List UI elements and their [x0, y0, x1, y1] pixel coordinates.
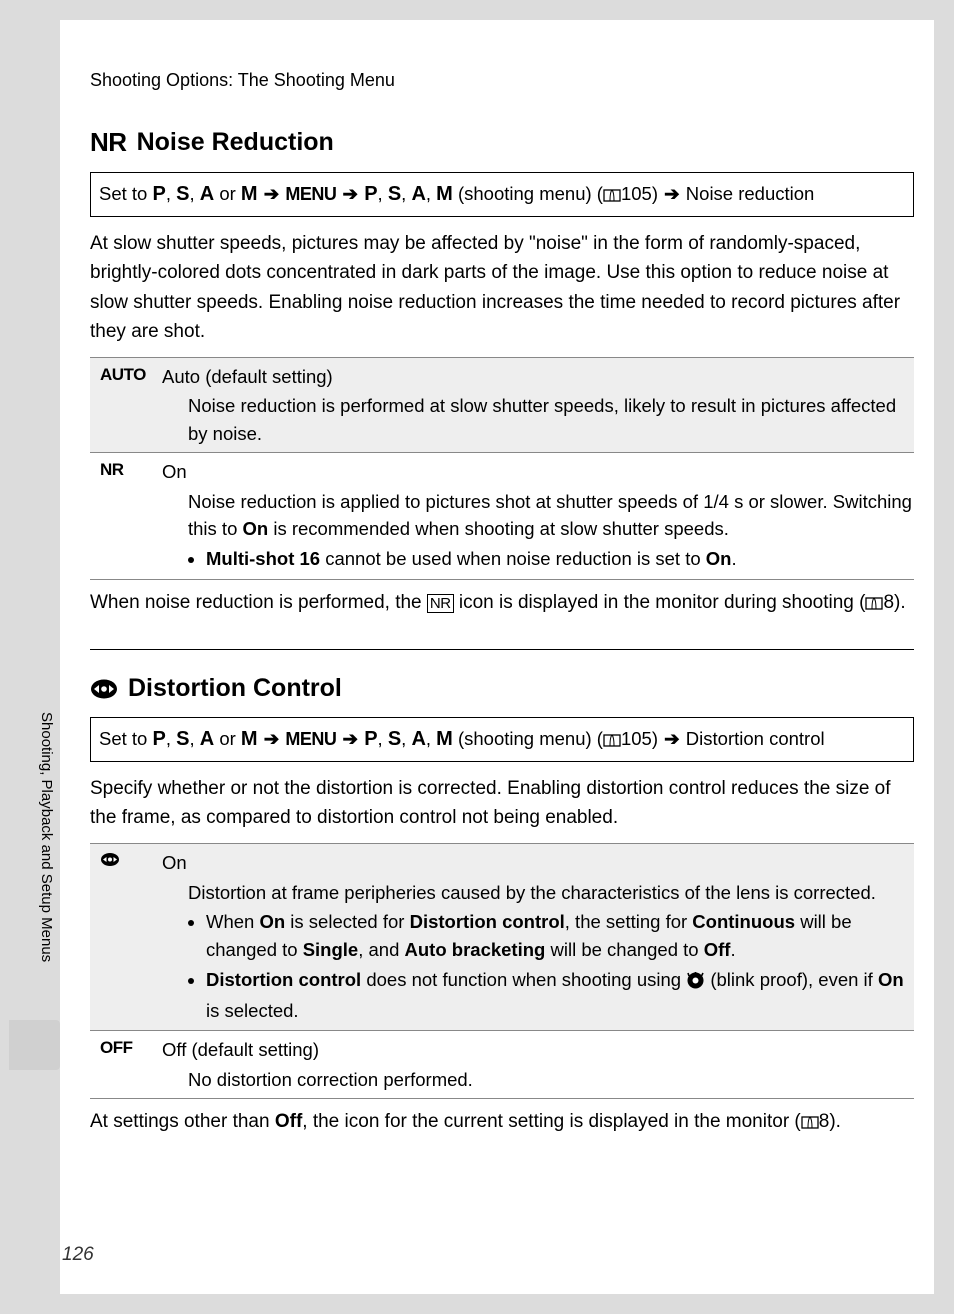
- option-label: Off (default setting): [162, 1036, 914, 1064]
- off-icon: OFF: [90, 1036, 162, 1094]
- option-row-on-nr: NR On Noise reduction is applied to pict…: [90, 452, 914, 580]
- breadcrumb: Shooting Options: The Shooting Menu: [90, 70, 914, 91]
- section-heading-noise-reduction: NR Noise Reduction: [90, 127, 914, 158]
- option-row-auto: AUTO Auto (default setting) Noise reduct…: [90, 357, 914, 452]
- option-row-off-dc: OFF Off (default setting) No distortion …: [90, 1030, 914, 1099]
- body-text-dc: Specify whether or not the distortion is…: [90, 774, 914, 833]
- dc-small-icon: [90, 849, 162, 1027]
- side-tab-marker: [9, 1020, 60, 1070]
- option-desc: No distortion correction performed.: [162, 1066, 914, 1094]
- option-row-on-dc: On Distortion at frame peripheries cause…: [90, 843, 914, 1031]
- menu-path-noise-reduction: Set to P, S, A or M ➔ MENU ➔ P, S, A, M …: [90, 172, 914, 217]
- auto-icon: AUTO: [90, 363, 162, 448]
- after-text-dc: At settings other than Off, the icon for…: [90, 1107, 914, 1138]
- option-label: Auto (default setting): [162, 363, 914, 391]
- nr-icon: NR: [90, 127, 127, 158]
- blink-proof-icon: [686, 969, 705, 997]
- after-text-nr: When noise reduction is performed, the N…: [90, 588, 914, 619]
- book-icon: [603, 727, 621, 755]
- section-heading-distortion-control: Distortion Control: [90, 674, 914, 703]
- distortion-control-icon: [90, 678, 118, 700]
- book-icon: [801, 1109, 819, 1138]
- book-icon: [865, 590, 883, 619]
- section-title: Distortion Control: [128, 674, 342, 703]
- nr-small-icon: NR: [90, 458, 162, 575]
- option-desc: Noise reduction is performed at slow shu…: [162, 392, 914, 448]
- section-divider: [90, 649, 914, 650]
- body-text-nr: At slow shutter speeds, pictures may be …: [90, 229, 914, 347]
- option-label: On: [162, 849, 914, 877]
- option-label: On: [162, 458, 914, 486]
- option-desc: Distortion at frame peripheries caused b…: [162, 879, 914, 1025]
- menu-path-distortion-control: Set to P, S, A or M ➔ MENU ➔ P, S, A, M …: [90, 717, 914, 762]
- page-number: 126: [62, 1244, 94, 1266]
- sidebar-rotated-label: Shooting, Playback and Setup Menus: [38, 712, 55, 962]
- section-title: Noise Reduction: [137, 128, 334, 157]
- option-desc: Noise reduction is applied to pictures s…: [162, 488, 914, 573]
- inline-nr-icon: NR: [427, 594, 454, 613]
- manual-page: Shooting Options: The Shooting Menu NR N…: [60, 20, 934, 1294]
- book-icon: [603, 182, 621, 210]
